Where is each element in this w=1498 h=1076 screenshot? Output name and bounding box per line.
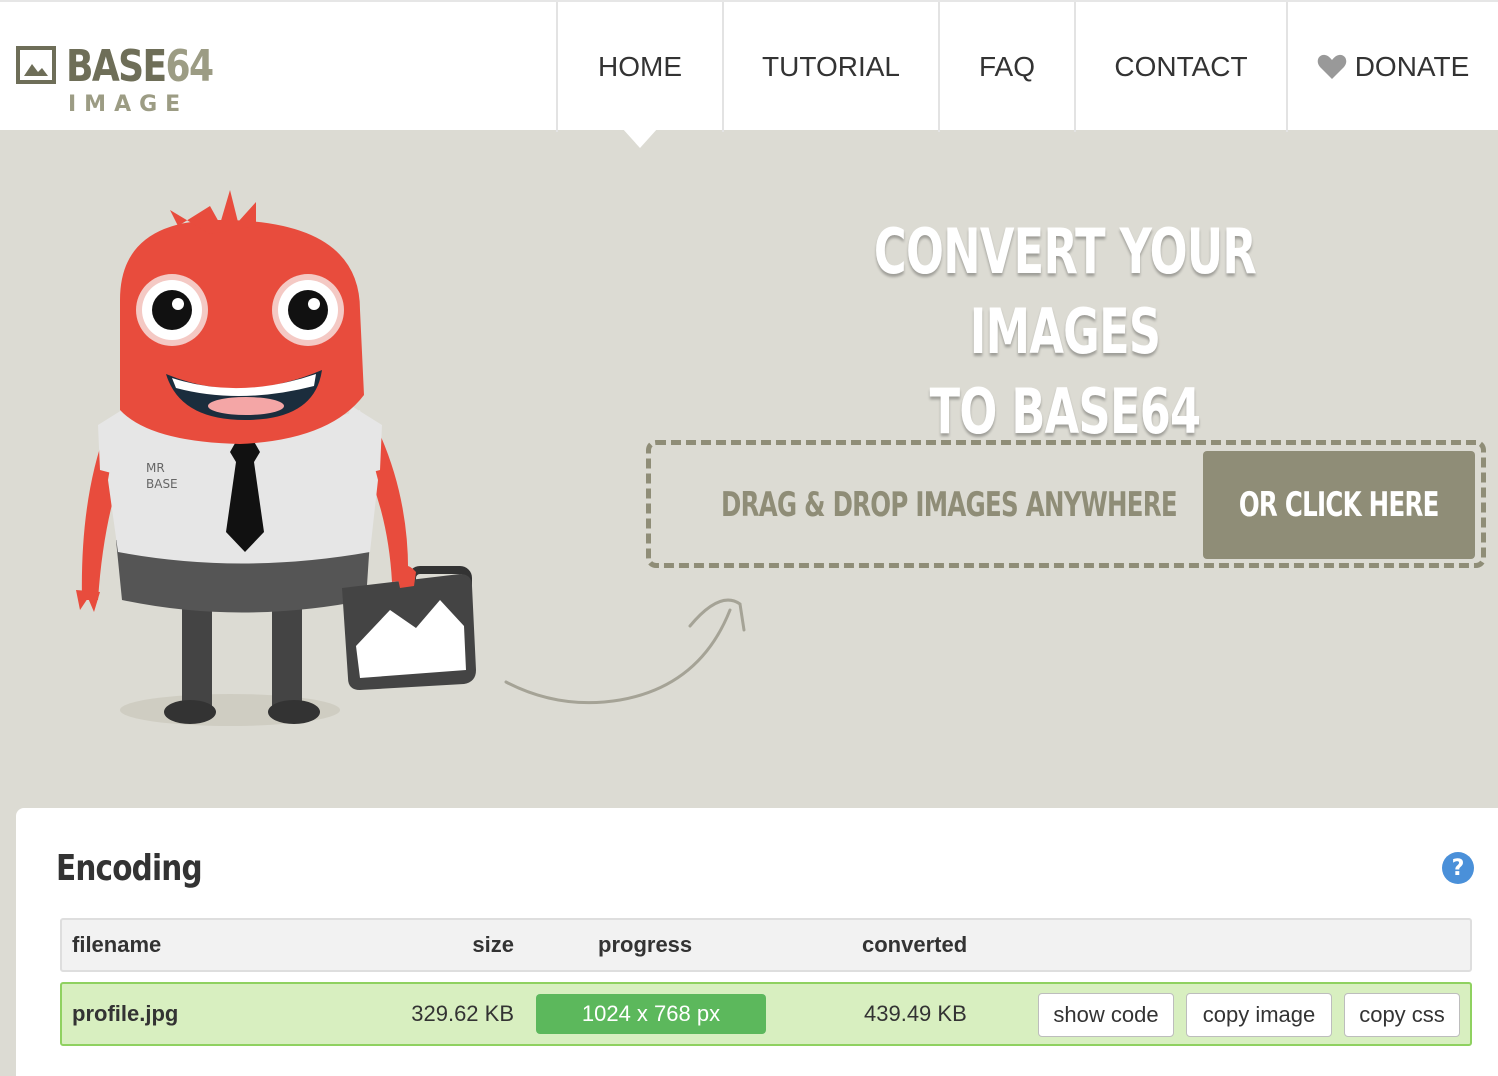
nav-faq[interactable]: FAQ — [938, 2, 1074, 132]
heart-icon — [1317, 54, 1346, 79]
hero-title: CONVERT YOUR IMAGES TO BASE64 — [831, 212, 1299, 452]
row-converted: 439.49 KB — [864, 1001, 967, 1026]
column-converted: converted — [862, 932, 968, 957]
help-icon[interactable]: ? — [1442, 852, 1474, 884]
row-filename: profile.jpg — [72, 1001, 179, 1026]
image-icon — [16, 46, 56, 84]
progress-label: 1024 x 768 px — [581, 1001, 721, 1026]
copy-image-button[interactable]: copy image — [1186, 993, 1332, 1037]
nav-home[interactable]: HOME — [556, 2, 722, 132]
nav-donate[interactable]: DONATE — [1286, 2, 1498, 132]
svg-text:BASE: BASE — [146, 477, 178, 491]
upload-button[interactable]: OR CLICK HERE — [1203, 451, 1475, 559]
column-progress: progress — [598, 932, 693, 957]
mascot-shirt-text: MR — [146, 461, 165, 475]
upload-button-label: OR CLICK HERE — [1239, 485, 1439, 525]
site-header: BASE64 IMAGE HOME TUTORIAL FAQ CONTACT D… — [0, 0, 1498, 132]
show-code-button[interactable]: show code — [1038, 993, 1174, 1037]
table-header: filename size progress converted — [60, 918, 1472, 972]
row-size: 329.62 KB — [411, 1001, 514, 1026]
drop-zone[interactable]: DRAG & DROP IMAGES ANYWHERE OR CLICK HER… — [646, 440, 1486, 568]
arrow-scribble — [504, 598, 746, 705]
mascot-illustration: MR BASE — [76, 190, 476, 726]
nav-contact[interactable]: CONTACT — [1074, 2, 1286, 132]
nav-tutorial[interactable]: TUTORIAL — [722, 2, 938, 132]
table-row: profile.jpg 329.62 KB 1024 x 768 px 439.… — [60, 982, 1472, 1046]
drop-zone-text: DRAG & DROP IMAGES ANYWHERE — [721, 485, 1178, 525]
encoding-panel: Encoding ? filename size progress conver… — [16, 808, 1498, 1076]
logo-text: BASE64 — [66, 41, 214, 92]
column-size: size — [472, 932, 514, 957]
main-nav: HOME TUTORIAL FAQ CONTACT DONATE — [556, 2, 1498, 132]
column-filename: filename — [72, 932, 162, 957]
nav-donate-label: DONATE — [1354, 51, 1470, 82]
hero-title-line1: CONVERT YOUR IMAGES — [873, 215, 1257, 368]
nav-active-pointer — [622, 128, 658, 148]
logo-subtext: IMAGE — [68, 92, 189, 117]
site-logo[interactable]: BASE64 IMAGE — [14, 42, 224, 122]
progress-bar: 1024 x 768 px — [536, 994, 766, 1034]
copy-css-button[interactable]: copy css — [1344, 993, 1460, 1037]
panel-title: Encoding — [56, 848, 203, 889]
